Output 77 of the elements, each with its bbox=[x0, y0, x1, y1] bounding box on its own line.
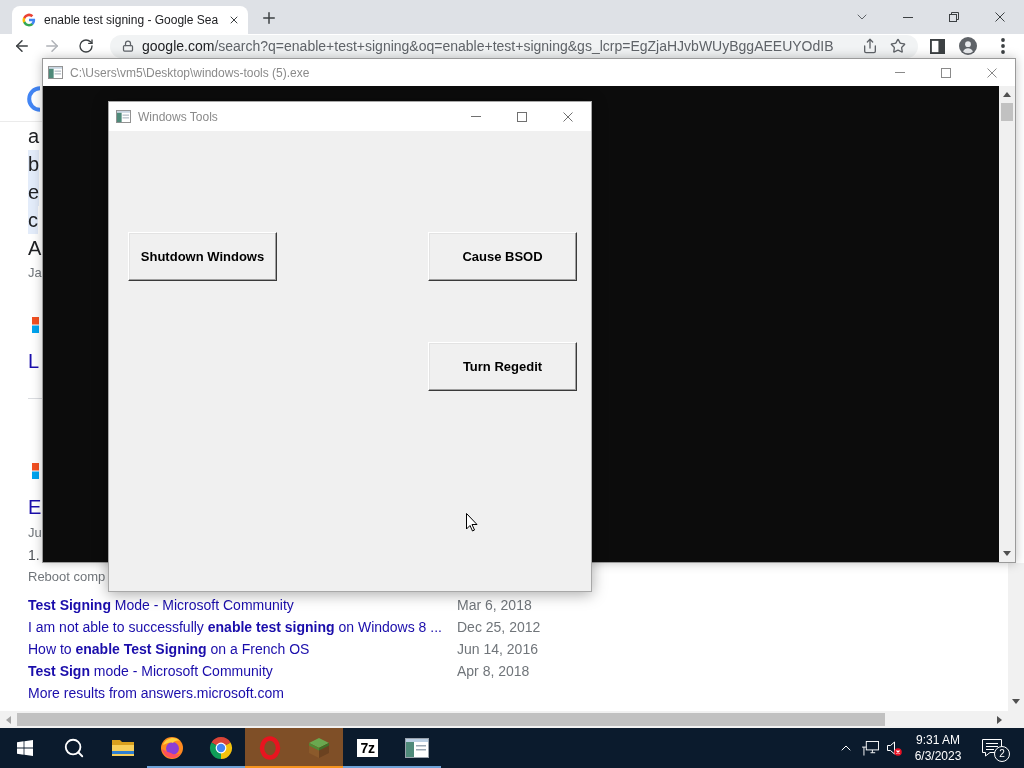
favicon-icon bbox=[32, 317, 39, 333]
favicon-icon bbox=[32, 463, 39, 479]
vertical-scrollbar[interactable] bbox=[999, 86, 1015, 562]
lock-icon bbox=[122, 40, 134, 52]
clock-time[interactable]: 9:31 AM bbox=[916, 732, 960, 748]
result-link[interactable]: Test Signing Mode - Microsoft Community bbox=[28, 594, 457, 616]
network-icon bbox=[861, 740, 879, 756]
scroll-right-icon[interactable] bbox=[997, 715, 1002, 724]
ring-logo-icon bbox=[257, 736, 282, 760]
vertical-scrollbar[interactable] bbox=[1008, 563, 1024, 711]
result-meta-text: Reboot comp bbox=[28, 568, 106, 587]
browser-tab[interactable]: enable test signing - Google Sea bbox=[12, 6, 248, 34]
scroll-up-icon[interactable] bbox=[1003, 92, 1011, 97]
result-meta-text: Ja bbox=[28, 264, 42, 283]
result-title-link[interactable]: E bbox=[28, 492, 42, 522]
start-icon bbox=[16, 740, 33, 756]
notification-count: 2 bbox=[994, 746, 1010, 762]
maximize-icon bbox=[517, 111, 527, 122]
scroll-down-icon[interactable] bbox=[1012, 699, 1020, 704]
maximize-icon bbox=[941, 67, 951, 78]
logo-icon bbox=[27, 86, 40, 112]
minimize-icon bbox=[471, 116, 481, 117]
search-icon bbox=[62, 737, 85, 759]
action-button[interactable]: Turn Regedit bbox=[428, 342, 577, 391]
snippet-text: b bbox=[28, 150, 40, 178]
scrollbar-thumb[interactable] bbox=[1001, 103, 1013, 121]
minimize-icon bbox=[903, 16, 913, 18]
result-meta-text: Ju bbox=[28, 524, 42, 543]
snippet-text: a bbox=[28, 124, 40, 149]
window-title: C:\Users\vm5\Desktop\windows-tools (5).exe bbox=[70, 64, 310, 82]
profile-avatar-icon bbox=[959, 37, 977, 55]
plus-icon bbox=[260, 9, 278, 27]
share-icon[interactable] bbox=[862, 38, 878, 54]
speaker-muted-icon bbox=[886, 740, 902, 756]
mouse-pointer-icon bbox=[466, 513, 478, 532]
result-link[interactable]: Test Sign mode - Microsoft Community bbox=[28, 660, 457, 682]
scroll-down-icon[interactable] bbox=[1003, 551, 1011, 556]
bookmark-star-icon[interactable] bbox=[890, 38, 906, 54]
close-icon bbox=[563, 111, 573, 122]
minimize-icon bbox=[895, 72, 905, 73]
result-date: Jun 14, 2016 bbox=[457, 639, 538, 659]
snippet-text: A bbox=[28, 236, 42, 261]
result-title-link[interactable]: L bbox=[28, 346, 40, 376]
more-results-link[interactable]: More results from answers.microsoft.com bbox=[28, 682, 284, 704]
horizontal-scrollbar[interactable] bbox=[0, 711, 1024, 728]
address-bar[interactable]: google.com/search?q=enable+test+signing&oq=enable+test+signing&gs_lcrp=EgZjaHJvbWUyBggAEEUYOdIB bbox=[110, 34, 918, 58]
window-title: Windows Tools bbox=[138, 108, 218, 126]
segmented-circle-icon bbox=[208, 736, 233, 760]
reload-icon bbox=[78, 38, 94, 54]
logo-label: 7z bbox=[357, 739, 378, 757]
result-body-text: 1. bbox=[28, 545, 40, 565]
window-icon bbox=[116, 110, 131, 123]
action-button[interactable]: Shutdown Windows bbox=[128, 232, 277, 281]
snippet-text: e bbox=[28, 178, 40, 206]
close-icon bbox=[995, 12, 1005, 22]
clock-date[interactable]: 6/3/2023 bbox=[914, 748, 962, 764]
favicon-icon bbox=[22, 13, 36, 27]
window-icon bbox=[48, 66, 63, 79]
action-button[interactable]: Cause BSOD bbox=[428, 232, 577, 281]
folder-icon bbox=[110, 738, 135, 758]
result-date: Mar 6, 2018 bbox=[457, 595, 532, 615]
menu-icon bbox=[1001, 38, 1005, 54]
forward-arrow-icon bbox=[43, 37, 61, 55]
taskbar-button[interactable]: 7z bbox=[343, 728, 392, 768]
result-link[interactable]: How to enable Test Signing on a French OS bbox=[28, 638, 457, 660]
window-icon bbox=[404, 738, 429, 758]
close-icon bbox=[987, 67, 997, 78]
notifications-button[interactable]: 2 bbox=[970, 728, 1014, 768]
round-logo-icon bbox=[159, 736, 184, 760]
panel-icon bbox=[929, 38, 945, 54]
grass-block-icon bbox=[306, 736, 331, 760]
result-date: Apr 8, 2018 bbox=[457, 661, 530, 681]
result-link[interactable]: I am not able to successfully enable test signing on Windows 8 ... bbox=[28, 616, 457, 638]
result-date: Dec 25, 2012 bbox=[457, 617, 541, 637]
restore-icon bbox=[949, 12, 959, 22]
snippet-text: c bbox=[28, 206, 38, 234]
scrollbar-thumb[interactable] bbox=[17, 713, 885, 726]
